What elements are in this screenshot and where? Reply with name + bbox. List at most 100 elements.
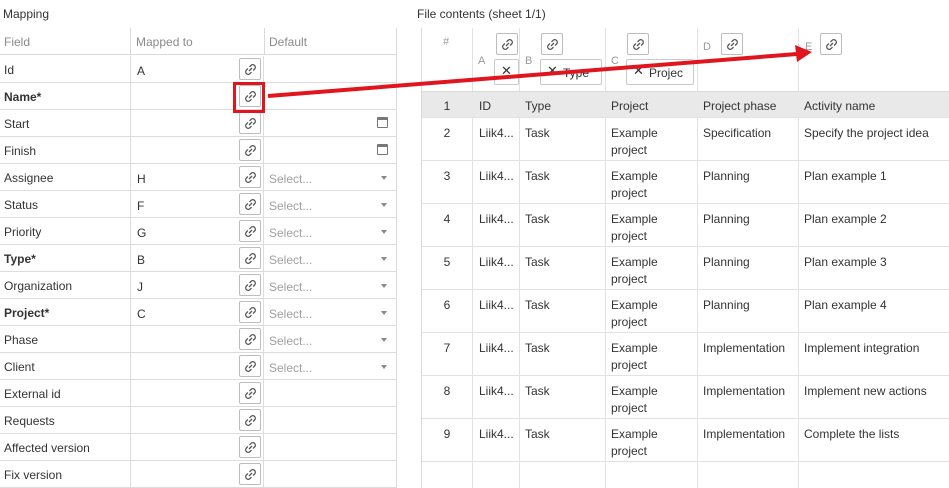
map-link-button[interactable] <box>239 463 261 485</box>
field-label: Fix version <box>4 468 63 482</box>
close-icon[interactable]: ✕ <box>501 63 512 79</box>
table-cell: Implementation <box>703 384 786 398</box>
table-cell: Complete the lists <box>804 427 900 441</box>
table-cell: Liik4... <box>479 427 514 441</box>
map-link-button[interactable] <box>239 193 261 215</box>
chevron-down-icon <box>381 257 387 261</box>
default-select[interactable]: Select... <box>269 172 391 186</box>
mapped-to-cell: F <box>130 191 264 217</box>
mapped-to-cell: C <box>130 299 264 325</box>
mapping-row: Finish <box>0 137 397 164</box>
column-c-link-button[interactable] <box>627 33 649 55</box>
map-link-button[interactable] <box>239 436 261 458</box>
map-link-button[interactable] <box>239 301 261 323</box>
row-number: 6 <box>443 298 451 312</box>
table-row: 6 Liik4... Task Example project Planning Plan… <box>422 290 949 333</box>
mapped-column: A <box>137 64 146 78</box>
column-b-mapped-tag[interactable]: ✕ Type <box>540 59 602 85</box>
field-label: Status <box>4 198 39 212</box>
mapping-row: Id A <box>0 56 397 83</box>
row-number: 1 <box>443 99 451 113</box>
table-cell: Liik4... <box>479 341 514 355</box>
column-d-link-button[interactable] <box>721 33 743 55</box>
mapped-column: B <box>137 253 146 267</box>
table-cell: Specify the project idea <box>804 126 929 140</box>
map-link-button[interactable] <box>239 220 261 242</box>
table-cell: ID <box>479 99 491 113</box>
column-b-link-button[interactable] <box>541 33 563 55</box>
column-header-b: B ✕ Type <box>519 28 605 92</box>
table-cell: Project phase <box>703 99 777 113</box>
default-select[interactable]: Select... <box>269 253 391 267</box>
mapping-row: Fix version <box>0 461 397 488</box>
table-cell: Liik4... <box>479 212 514 226</box>
table-cell: Example project <box>611 341 658 372</box>
table-cell: Task <box>525 384 550 398</box>
default-select[interactable]: Select... <box>269 280 391 294</box>
mapped-to-cell <box>130 461 264 487</box>
link-icon <box>244 441 256 453</box>
table-cell: Specification <box>703 126 772 140</box>
table-cell: Implementation <box>703 427 786 441</box>
mapped-to-cell <box>130 407 264 433</box>
field-label: Requests <box>4 414 55 428</box>
close-icon[interactable]: ✕ <box>633 63 644 79</box>
default-select[interactable]: Select... <box>269 307 391 321</box>
close-icon[interactable]: ✕ <box>547 63 558 79</box>
chevron-down-icon <box>381 365 387 369</box>
column-c-mapped-tag[interactable]: ✕ Projec <box>626 59 694 85</box>
field-label: Type* <box>4 252 36 266</box>
row-number: 8 <box>443 384 451 398</box>
table-cell: Liik4... <box>479 298 514 312</box>
map-link-button[interactable] <box>239 112 261 134</box>
table-row: 9 Liik4... Task Example project Implementati… <box>422 419 949 462</box>
default-select[interactable]: Select... <box>269 226 391 240</box>
column-a-mapped-tag[interactable]: ✕ <box>494 59 519 85</box>
field-label: External id <box>4 387 61 401</box>
table-cell: Planning <box>703 255 750 269</box>
chevron-down-icon <box>381 338 387 342</box>
table-row: 2 Liik4... Task Example project Specificatio… <box>422 118 949 161</box>
table-cell: Planning <box>703 212 750 226</box>
mapping-row: Name* <box>0 83 397 110</box>
table-cell: Plan example 1 <box>804 169 887 183</box>
column-header-a: A ✕ <box>472 28 519 92</box>
calendar-icon[interactable] <box>377 117 388 128</box>
mapping-row: Organization J Select... <box>0 272 397 299</box>
row-number: 5 <box>443 255 451 269</box>
table-cell: Example project <box>611 298 658 329</box>
table-cell: Example project <box>611 427 658 458</box>
map-link-button[interactable] <box>239 328 261 350</box>
map-link-button[interactable] <box>239 382 261 404</box>
default-select[interactable]: Select... <box>269 334 391 348</box>
field-label: Finish <box>4 144 37 158</box>
column-a-link-button[interactable] <box>496 33 518 55</box>
mapped-column: F <box>137 199 145 213</box>
map-link-button[interactable] <box>239 409 261 431</box>
calendar-icon[interactable] <box>377 144 388 155</box>
link-icon <box>244 387 256 399</box>
map-link-button[interactable] <box>239 58 261 80</box>
table-cell: Liik4... <box>479 255 514 269</box>
mapped-to-cell: B <box>130 245 264 271</box>
column-e-link-button[interactable] <box>820 33 842 55</box>
map-link-button[interactable] <box>239 247 261 269</box>
table-cell: Example project <box>611 126 658 157</box>
chevron-down-icon <box>381 311 387 315</box>
mapping-row: Requests <box>0 407 397 434</box>
table-cell: Type <box>525 99 552 113</box>
table-cell: Implement new actions <box>804 384 927 398</box>
default-select[interactable]: Select... <box>269 361 391 375</box>
table-cell: Example project <box>611 384 658 415</box>
default-select[interactable]: Select... <box>269 199 391 213</box>
map-link-button[interactable] <box>239 274 261 296</box>
field-label: Assignee <box>4 171 54 185</box>
map-link-button[interactable] <box>239 355 261 377</box>
map-link-button[interactable] <box>239 166 261 188</box>
mapping-row: Affected version <box>0 434 397 461</box>
header-data-row: 1 ID Type Project Project phase Activity name <box>422 92 949 118</box>
table-cell: Liik4... <box>479 126 514 140</box>
table-cell: Example project <box>611 255 658 286</box>
file-contents-title: File contents (sheet 1/1) <box>417 7 546 21</box>
map-link-button[interactable] <box>239 139 261 161</box>
